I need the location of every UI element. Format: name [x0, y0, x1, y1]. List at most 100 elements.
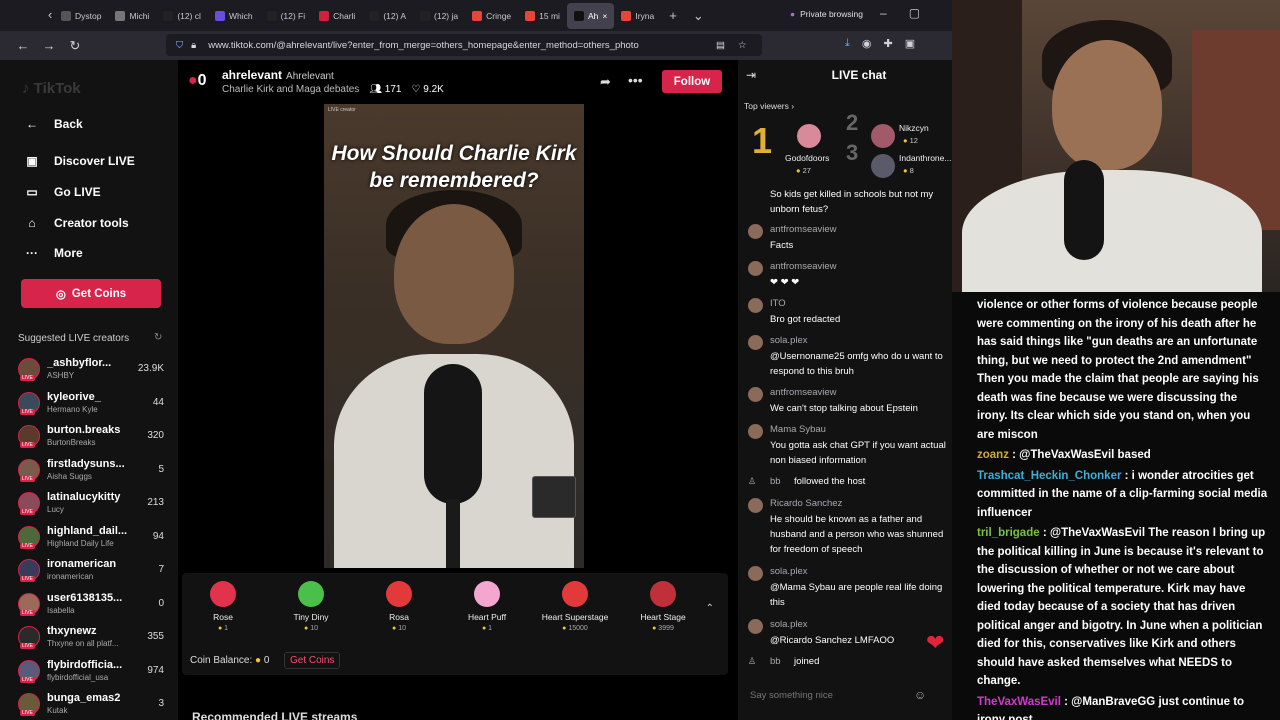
top-viewer-name[interactable]: Indanthrone...	[899, 153, 951, 163]
chevron-up-icon[interactable]: ⌃	[706, 603, 714, 614]
reload-icon[interactable]: ↻	[62, 38, 88, 54]
top-viewer-name[interactable]: Godofdoors	[785, 153, 829, 163]
gift-item[interactable]: Heart Superstage ● 15000	[535, 581, 615, 632]
suggested-creator[interactable]: LIVE _ashbyflor... ASHBY 23.9K	[18, 356, 168, 386]
chat-username[interactable]: sola.plex	[770, 335, 808, 346]
browser-tab[interactable]: (12) Fi	[260, 3, 313, 29]
avatar[interactable]	[748, 298, 763, 313]
sidebar-item-discover-live[interactable]: ▣ Discover LIVE	[24, 154, 134, 168]
reader-icon[interactable]: ▤	[716, 40, 725, 51]
gift-icon	[386, 581, 412, 607]
suggested-creator[interactable]: LIVE user6138135... Isabella 0	[18, 591, 168, 621]
top-viewer-avatar[interactable]	[871, 154, 895, 178]
coin-icon: ●	[796, 166, 803, 175]
browser-tab[interactable]: (12) A	[362, 3, 413, 29]
chat-username[interactable]: Mama Sybau	[770, 424, 826, 435]
gift-item[interactable]: Heart Puff ● 1	[447, 581, 527, 632]
gift-get-coins-button[interactable]: Get Coins	[284, 652, 341, 669]
suggested-creator[interactable]: LIVE flybirdofficia... flybirdofficial_usa…	[18, 658, 168, 688]
chat-username[interactable]: antfromseaview	[770, 387, 837, 398]
chat-username[interactable]: sola.plex	[770, 566, 808, 577]
avatar[interactable]	[748, 224, 763, 239]
chat-username[interactable]: bb	[770, 476, 781, 487]
minimize-icon[interactable]: –	[880, 6, 887, 20]
get-coins-button[interactable]: ◎ Get Coins	[21, 279, 161, 308]
tab-list-icon[interactable]: ⌄	[685, 8, 712, 24]
suggested-creator[interactable]: LIVE burton.breaks BurtonBreaks 320	[18, 423, 168, 453]
avatar[interactable]	[748, 619, 763, 634]
avatar[interactable]	[748, 387, 763, 402]
browser-tab[interactable]: Dystop	[54, 3, 108, 29]
browser-tab[interactable]: (12) ja	[413, 3, 465, 29]
emoji-icon[interactable]: ☺	[914, 688, 926, 702]
suggested-creator[interactable]: LIVE bunga_emas2 Kutak 3	[18, 691, 168, 720]
top-viewer-score-value: 12	[909, 136, 918, 145]
browser-tab[interactable]: Charli	[312, 3, 362, 29]
download-icon[interactable]: ⤓	[845, 37, 850, 50]
browser-tab[interactable]: Ah ×	[566, 2, 615, 29]
avatar[interactable]	[748, 566, 763, 581]
gift-item[interactable]: Rosa ● 10	[359, 581, 439, 632]
chat-username[interactable]: antfromseaview	[770, 261, 837, 272]
browser-tab[interactable]: Cringe	[465, 3, 518, 29]
share-icon[interactable]: ➦	[600, 74, 611, 90]
chat-username[interactable]: ITO	[770, 298, 786, 309]
suggested-creator[interactable]: LIVE thxynewz Thxyne on all platf... 355	[18, 624, 168, 654]
top-viewer-name[interactable]: Nikzcyn	[899, 123, 929, 133]
host-username[interactable]: ahrelevant	[222, 68, 282, 82]
new-tab-button[interactable]: +	[661, 8, 685, 23]
top-viewer-avatar[interactable]	[871, 124, 895, 148]
avatar[interactable]	[748, 424, 763, 439]
maximize-icon[interactable]: ▢	[909, 6, 920, 20]
follow-button[interactable]: Follow	[662, 70, 722, 93]
back-arrow-icon[interactable]: ←	[10, 38, 36, 53]
tab-label: 15 mi	[539, 10, 560, 21]
browser-tab[interactable]: Michi	[108, 3, 156, 29]
chat-username[interactable]: Ricardo Sanchez	[770, 498, 842, 509]
chat-username[interactable]: antfromseaview	[770, 224, 837, 235]
forward-arrow-icon[interactable]: →	[36, 38, 62, 53]
url-bar[interactable]: ⛉ 🔒︎ www.tiktok.com/@ahrelevant/live?ent…	[166, 34, 762, 56]
top-viewers-link[interactable]: Top viewers ›	[744, 101, 794, 111]
live-video[interactable]: LIVE creator How Should Charlie Kirk be …	[324, 104, 584, 568]
avatar[interactable]	[748, 335, 763, 350]
avatar[interactable]	[748, 498, 763, 513]
browser-tab[interactable]: 15 mi	[518, 3, 567, 29]
gift-item[interactable]: Rose ● 1	[183, 581, 263, 632]
extensions-icon[interactable]: ✚	[883, 37, 892, 50]
creator-name: kyleorive_	[47, 390, 101, 403]
top-viewer-score: ● 8	[903, 166, 914, 175]
tab-scroll-left-icon[interactable]: ‹	[40, 7, 60, 22]
account-icon[interactable]: ◉	[862, 37, 872, 50]
tiktok-logo[interactable]: ♪ TikTok	[22, 80, 81, 97]
sidebar-item-more[interactable]: ··· More	[24, 246, 83, 260]
chat-username[interactable]: sola.plex	[770, 619, 808, 630]
top-viewer-avatar[interactable]	[797, 124, 821, 148]
suggested-creator[interactable]: LIVE ironamerican ironamerican 7	[18, 557, 168, 587]
bookmark-star-icon[interactable]: ☆	[738, 40, 747, 51]
sidebar-item-back[interactable]: ← Back	[24, 117, 83, 131]
gift-item[interactable]: Heart Stage ● 3999	[623, 581, 703, 632]
host-avatar[interactable]: ●0	[188, 72, 207, 90]
heart-like-icon[interactable]: ❤	[926, 630, 944, 656]
browser-tab[interactable]: Iryna	[614, 3, 661, 29]
extension-badge-icon[interactable]: ▣	[905, 37, 915, 50]
tab-favicon-icon	[621, 10, 632, 21]
suggested-creator[interactable]: LIVE kyleorive_ Hermano Kyle 44	[18, 390, 168, 420]
chat-username[interactable]: bb	[770, 656, 781, 667]
avatar[interactable]	[748, 261, 763, 276]
gift-item[interactable]: Tiny Diny ● 10	[271, 581, 351, 632]
sidebar-item-go-live[interactable]: ▭ Go LIVE	[24, 185, 100, 199]
creator-subtitle: Lucy	[47, 505, 64, 514]
refresh-icon[interactable]: ↻	[154, 332, 162, 343]
suggested-creator[interactable]: LIVE highland_dail... Highland Daily Life 9…	[18, 524, 168, 554]
gift-name: Heart Puff	[467, 612, 507, 622]
suggested-creator[interactable]: LIVE firstladysuns... Aisha Suggs 5	[18, 457, 168, 487]
close-tab-icon[interactable]: ×	[602, 11, 607, 21]
browser-tab[interactable]: Which	[208, 3, 260, 29]
suggested-creator[interactable]: LIVE latinalucykitty Lucy 213	[18, 490, 168, 520]
browser-tab[interactable]: (12) cl	[156, 3, 208, 29]
more-options-icon[interactable]: •••	[628, 72, 643, 88]
chat-input[interactable]: Say something nice	[750, 690, 833, 701]
sidebar-item-creator-tools[interactable]: ⌂ Creator tools	[24, 216, 128, 230]
